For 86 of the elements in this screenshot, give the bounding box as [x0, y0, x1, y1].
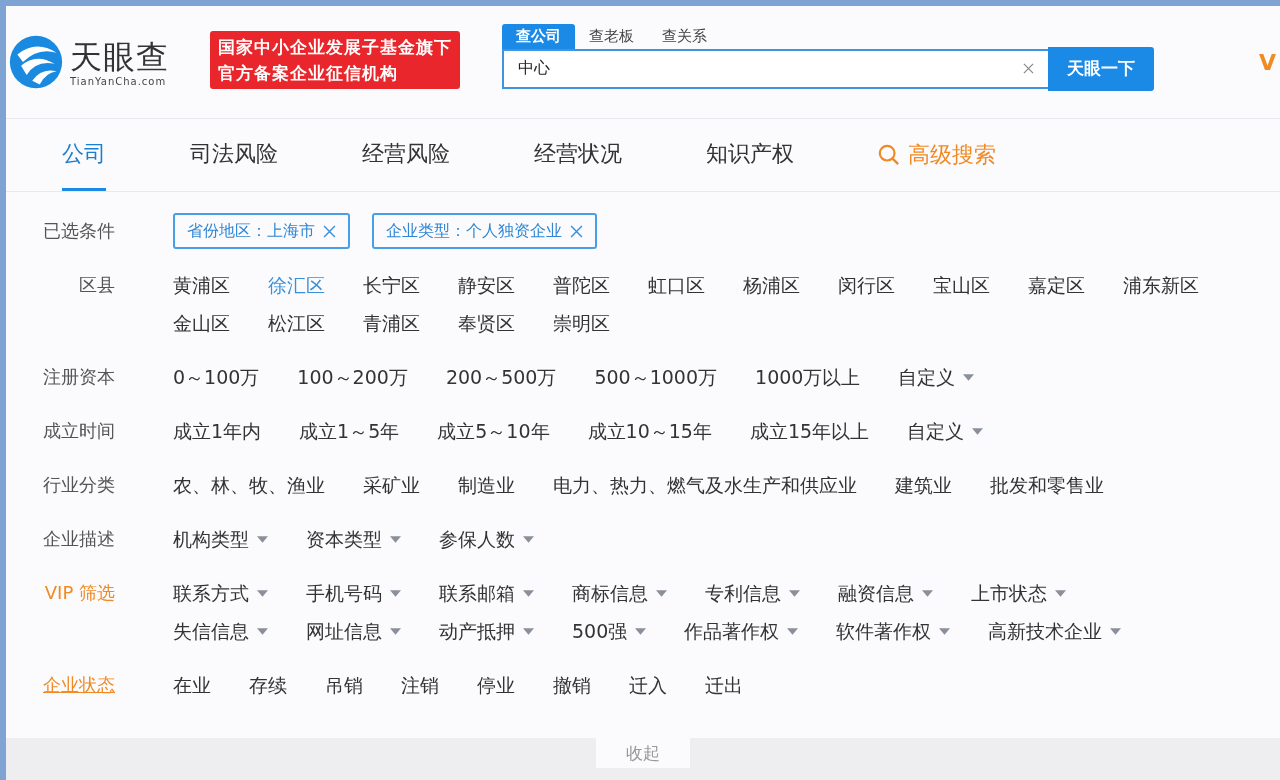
- filter-option[interactable]: 联系方式: [173, 574, 268, 612]
- filter-option[interactable]: 浦东新区: [1123, 266, 1199, 304]
- nav-tab[interactable]: 经营风险: [362, 119, 450, 191]
- filter-option[interactable]: 融资信息: [838, 574, 933, 612]
- filter-option[interactable]: 松江区: [268, 304, 325, 342]
- search-button[interactable]: 天眼一下: [1048, 46, 1154, 91]
- filter-option[interactable]: 参保人数: [439, 520, 534, 558]
- filter-option[interactable]: 崇明区: [553, 304, 610, 342]
- filter-option[interactable]: 撤销: [553, 666, 591, 704]
- filter-option[interactable]: 自定义: [898, 358, 975, 396]
- filter-label: VIP 筛选: [43, 581, 115, 605]
- filter-option[interactable]: 黄浦区: [173, 266, 230, 304]
- filter-option[interactable]: 普陀区: [553, 266, 610, 304]
- filter-option[interactable]: 宝山区: [933, 266, 990, 304]
- filter-option[interactable]: 1000万以上: [755, 358, 861, 396]
- filter-label: 成立时间: [42, 419, 115, 443]
- filter-option[interactable]: 虹口区: [648, 266, 705, 304]
- nav-tab[interactable]: 经营状况: [534, 119, 622, 191]
- filter-option[interactable]: 机构类型: [173, 520, 268, 558]
- filter-option[interactable]: 吊销: [325, 666, 363, 704]
- filter-option[interactable]: 成立5～10年: [437, 412, 550, 450]
- filter-option[interactable]: 采矿业: [363, 466, 420, 504]
- filter-option[interactable]: 专利信息: [705, 574, 800, 612]
- filter-option[interactable]: 长宁区: [363, 266, 420, 304]
- filter-option[interactable]: 青浦区: [363, 304, 420, 342]
- search-tab[interactable]: 查公司: [502, 23, 575, 49]
- filter-option[interactable]: 联系邮箱: [439, 574, 534, 612]
- filter-option[interactable]: 0～100万: [173, 358, 260, 396]
- filter-label: 区县: [78, 273, 115, 297]
- filter-option[interactable]: 高新技术企业: [988, 612, 1122, 650]
- filter-chip[interactable]: 省份地区：上海市: [173, 213, 350, 249]
- filter-option[interactable]: 100～200万: [297, 358, 408, 396]
- filter-option[interactable]: 网址信息: [306, 612, 401, 650]
- filter-option[interactable]: 上市状态: [971, 574, 1066, 612]
- filter-option[interactable]: 动产抵押: [439, 612, 534, 650]
- filter-label: 企业状态: [42, 673, 115, 697]
- nav-tab[interactable]: 司法风险: [190, 119, 278, 191]
- filter-option[interactable]: 在业: [173, 666, 211, 704]
- filter-option[interactable]: 手机号码: [306, 574, 401, 612]
- search-tab[interactable]: 查关系: [648, 23, 721, 49]
- filter-option[interactable]: 存续: [249, 666, 287, 704]
- banner-text: 国家中小企业发展子基金旗下: [218, 36, 452, 59]
- search-icon: [878, 144, 900, 166]
- filter-option[interactable]: 制造业: [458, 466, 515, 504]
- filter-option[interactable]: 作品著作权: [684, 612, 799, 650]
- nav-tab[interactable]: 公司: [62, 119, 106, 191]
- filter-option[interactable]: 电力、热力、燃气及水生产和供应业: [553, 466, 857, 504]
- filter-label: 企业描述: [42, 527, 115, 551]
- filter-option[interactable]: 失信信息: [173, 612, 268, 650]
- filter-label: 注册资本: [42, 365, 115, 389]
- nav-tab[interactable]: 知识产权: [706, 119, 794, 191]
- filter-option[interactable]: 静安区: [458, 266, 515, 304]
- search-tab[interactable]: 查老板: [575, 23, 648, 49]
- filter-option[interactable]: 500强: [572, 612, 647, 650]
- filter-option[interactable]: 迁出: [705, 666, 743, 704]
- filter-option[interactable]: 停业: [477, 666, 515, 704]
- filter-option[interactable]: 成立15年以上: [749, 412, 870, 450]
- filter-option[interactable]: 闵行区: [838, 266, 895, 304]
- filter-option[interactable]: 200～500万: [445, 358, 557, 396]
- close-icon[interactable]: [570, 224, 583, 238]
- search-field[interactable]: 中心: [502, 48, 1048, 89]
- filter-option[interactable]: 商标信息: [572, 574, 667, 612]
- filter-option[interactable]: 农、林、牧、渔业: [173, 466, 325, 504]
- filter-option[interactable]: 注销: [401, 666, 439, 704]
- filter-option[interactable]: 成立1～5年: [299, 412, 400, 450]
- filter-chip[interactable]: 企业类型：个人独资企业: [372, 213, 597, 249]
- close-icon[interactable]: [323, 224, 336, 238]
- banner-text: 官方备案企业征信机构: [218, 62, 399, 85]
- filter-option[interactable]: 迁入: [629, 666, 667, 704]
- filter-option[interactable]: 金山区: [173, 304, 230, 342]
- filter-option[interactable]: 资本类型: [306, 520, 401, 558]
- logo-domain: TianYanCha.com: [70, 75, 168, 87]
- logo-name: 天眼查: [70, 37, 169, 76]
- clear-icon[interactable]: [1023, 63, 1034, 74]
- filter-option[interactable]: 建筑业: [895, 466, 952, 504]
- filter-option[interactable]: 成立10～15年: [587, 412, 712, 450]
- filter-option[interactable]: 批发和零售业: [990, 466, 1104, 504]
- filter-label: 行业分类: [42, 473, 115, 497]
- filter-option[interactable]: 500～1000万: [594, 358, 718, 396]
- filter-option[interactable]: 软件著作权: [836, 612, 951, 650]
- filter-option[interactable]: 嘉定区: [1028, 266, 1085, 304]
- filter-option[interactable]: 奉贤区: [458, 304, 515, 342]
- filter-option[interactable]: 成立1年内: [173, 412, 262, 450]
- filter-option[interactable]: 自定义: [907, 412, 984, 450]
- filter-label: 已选条件: [42, 219, 115, 243]
- filter-option[interactable]: 杨浦区: [743, 266, 800, 304]
